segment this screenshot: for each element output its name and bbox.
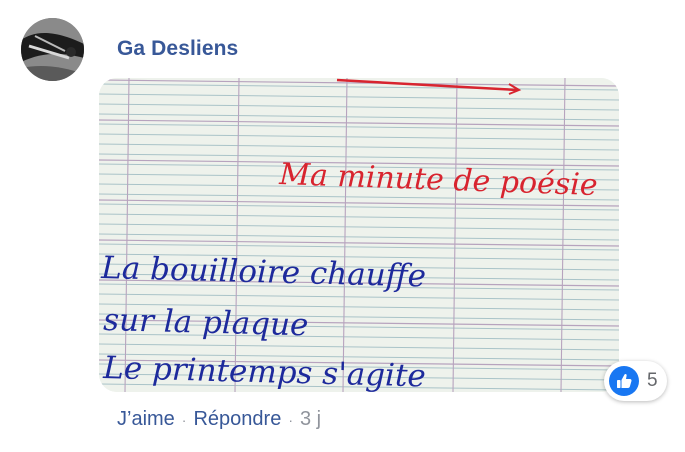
comment-actions: J’aime · Répondre · 3 j: [117, 408, 321, 431]
like-button[interactable]: J’aime: [117, 408, 175, 431]
reply-button[interactable]: Répondre: [193, 408, 281, 431]
comment-photo[interactable]: Ma minute de poésie La bouilloire chauff…: [99, 78, 619, 392]
photo-line2-handwriting: sur la plaque: [103, 302, 309, 343]
avatar[interactable]: [21, 18, 84, 81]
comment-timestamp[interactable]: 3 j: [300, 408, 321, 431]
reaction-count-badge[interactable]: 5: [604, 361, 667, 401]
reaction-count: 5: [647, 370, 658, 391]
comment-author-name[interactable]: Ga Desliens: [117, 37, 238, 61]
thumbs-up-icon: [609, 366, 639, 396]
separator: ·: [288, 411, 293, 428]
separator: ·: [181, 411, 187, 428]
photo-line3-handwriting: Le printemps s'agite: [102, 350, 426, 392]
